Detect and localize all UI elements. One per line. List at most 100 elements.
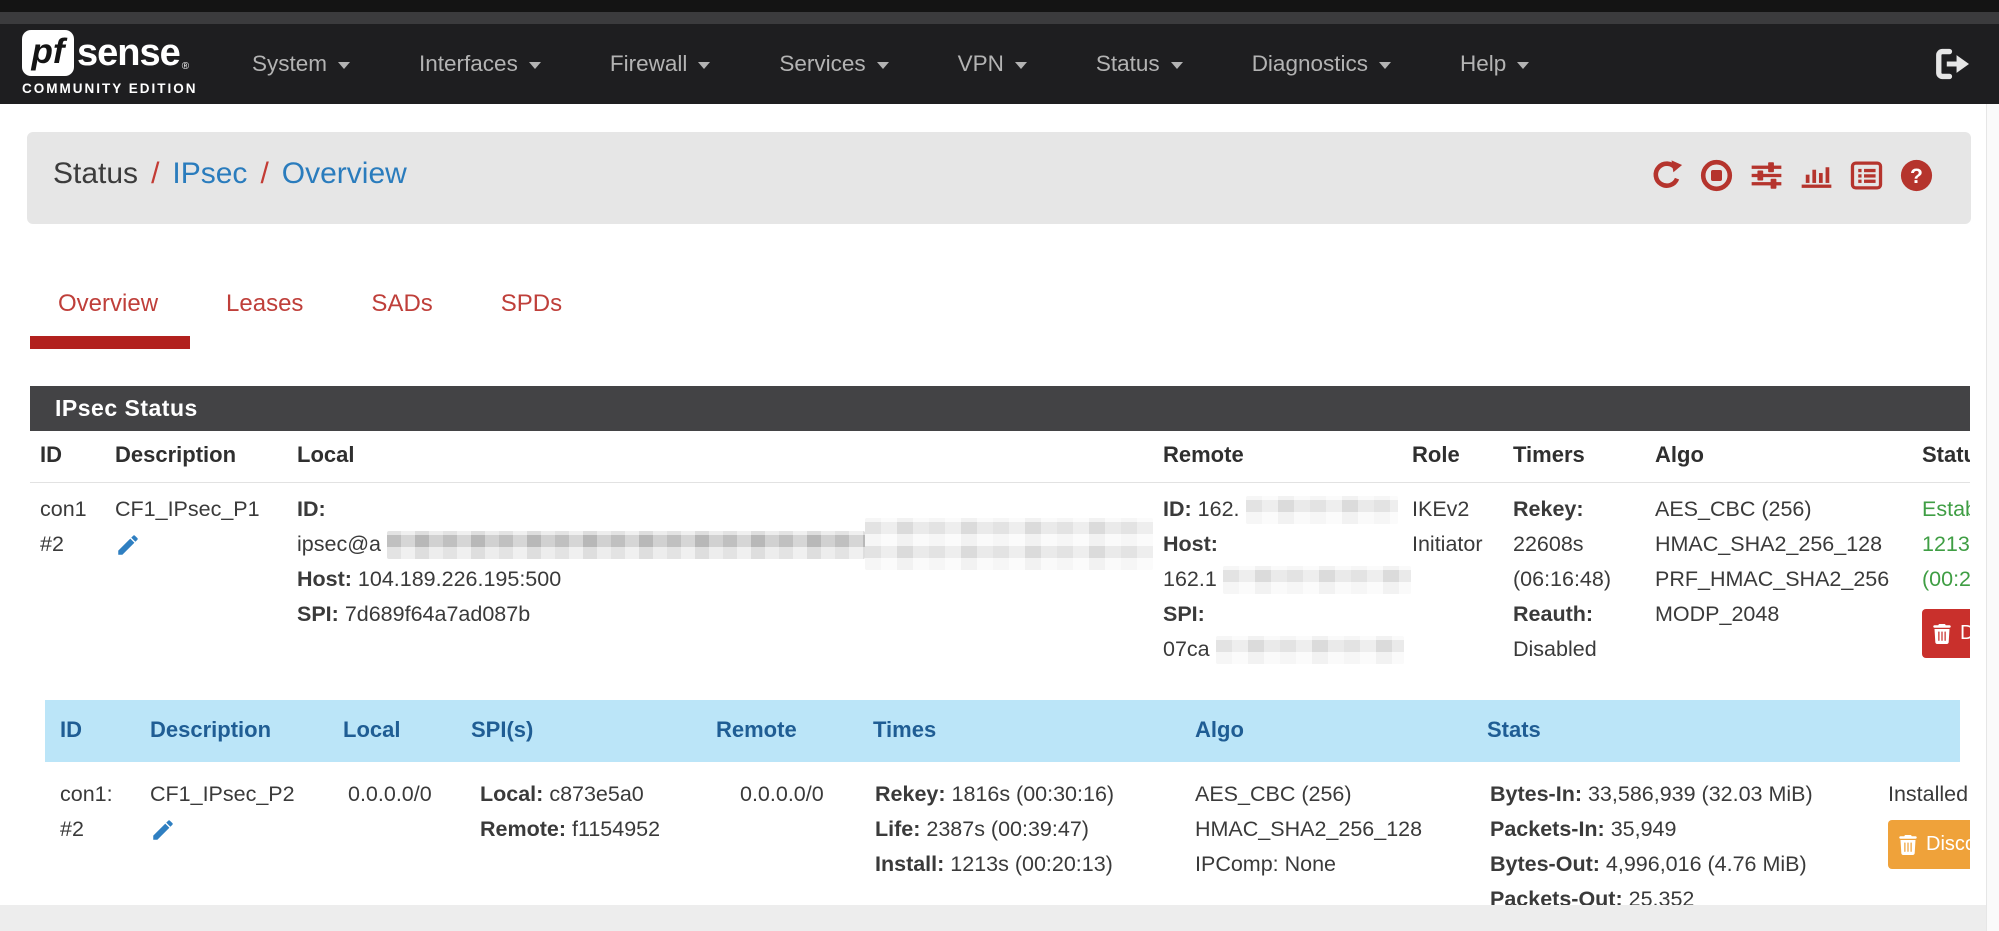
nav-item-help[interactable]: Help — [1460, 51, 1529, 77]
nav-item-label: Firewall — [610, 51, 688, 77]
nav-item-vpn[interactable]: VPN — [958, 51, 1027, 77]
logout-icon[interactable] — [1935, 48, 1971, 85]
filter-settings-icon[interactable] — [1750, 159, 1783, 192]
chart-icon[interactable] — [1800, 159, 1833, 192]
child-col-spis: SPI(s) — [471, 717, 533, 743]
chevron-down-icon — [877, 62, 889, 69]
col-header-timers: Timers — [1513, 442, 1585, 468]
log-list-icon[interactable] — [1850, 159, 1883, 192]
nav-item-label: VPN — [958, 51, 1004, 77]
nav-item-firewall[interactable]: Firewall — [610, 51, 711, 77]
nav-item-services[interactable]: Services — [779, 51, 888, 77]
spi-remote-label: Remote: — [480, 817, 566, 841]
col-header-remote: Remote — [1163, 442, 1244, 468]
child-sa-number: #2 — [60, 812, 113, 847]
time-rekey-label: Rekey: — [875, 782, 946, 806]
child-algo-integrity: HMAC_SHA2_256_128 — [1195, 812, 1422, 847]
nav-item-label: Status — [1096, 51, 1160, 77]
local-host-value: 104.189.226.195:500 — [358, 567, 561, 591]
breadcrumb-link-overview[interactable]: Overview — [282, 157, 407, 191]
child-cell-description: CF1_IPsec_P2 — [150, 777, 295, 854]
child-remote-network: 0.0.0.0/0 — [740, 777, 824, 812]
pf-logo-box: pf — [22, 30, 74, 76]
local-id-label: ID: — [297, 497, 326, 521]
packets-in-label: Packets-In: — [1490, 817, 1605, 841]
browser-scrollbar[interactable] — [1986, 104, 1999, 931]
tab-sads[interactable]: SADs — [337, 290, 466, 318]
subnav-tabs: Overview Leases SADs SPDs — [30, 290, 596, 318]
algo-prf: PRF_HMAC_SHA2_256 — [1655, 562, 1889, 597]
cell-status: Establ 1213 s (00:20 Dis — [1922, 492, 1970, 658]
remote-id-label: ID: — [1163, 497, 1192, 521]
col-header-status: Status — [1922, 442, 1970, 468]
spi-remote-value: f1154952 — [572, 817, 660, 841]
child-col-stats: Stats — [1487, 717, 1541, 743]
cell-local: ID: ipsec@a Host: 104.189.226.195:500 SP… — [297, 492, 865, 632]
pfsense-logo[interactable]: pf sense ® COMMUNITY EDITION — [22, 30, 198, 96]
packets-in-value: 35,949 — [1611, 817, 1677, 841]
cell-description: CF1_IPsec_P1 — [115, 492, 260, 569]
nav-item-interfaces[interactable]: Interfaces — [419, 51, 541, 77]
reauth-label: Reauth: — [1513, 602, 1593, 626]
nav-item-label: Diagnostics — [1252, 51, 1368, 77]
time-install-label: Install: — [875, 852, 944, 876]
tab-spds[interactable]: SPDs — [467, 290, 596, 318]
rekey-seconds: 22608s — [1513, 527, 1611, 562]
cell-id: con1 #2 — [40, 492, 87, 562]
child-col-description: Description — [150, 717, 271, 743]
cell-remote: ID: 162. Host: 162.1 SPI: 07ca — [1163, 492, 1411, 667]
ike-version: IKEv2 — [1412, 492, 1483, 527]
child-col-local: Local — [343, 717, 400, 743]
tab-leases[interactable]: Leases — [192, 290, 337, 318]
breadcrumb-panel: Status / IPsec / Overview — [27, 132, 1971, 224]
trash-icon — [1899, 835, 1917, 855]
redacted-remote-id — [1246, 496, 1398, 524]
child-col-algo: Algo — [1195, 717, 1244, 743]
nav-item-status[interactable]: Status — [1096, 51, 1183, 77]
local-spi-label: SPI: — [297, 602, 339, 626]
cell-algo: AES_CBC (256) HMAC_SHA2_256_128 PRF_HMAC… — [1655, 492, 1889, 632]
page-action-icons: ? — [1650, 159, 1933, 192]
edit-p1-icon[interactable] — [115, 532, 141, 558]
child-col-id: ID — [60, 717, 82, 743]
disconnect-p2-button[interactable]: Disco — [1888, 820, 1970, 869]
nav-item-system[interactable]: System — [252, 51, 350, 77]
disconnect-label: Dis — [1960, 616, 1970, 651]
algo-integrity: HMAC_SHA2_256_128 — [1655, 527, 1889, 562]
help-icon[interactable]: ? — [1900, 159, 1933, 192]
child-cell-algo: AES_CBC (256) HMAC_SHA2_256_128 IPComp: … — [1195, 777, 1422, 882]
nav-item-diagnostics[interactable]: Diagnostics — [1252, 51, 1391, 77]
col-header-role: Role — [1412, 442, 1460, 468]
chevron-down-icon — [698, 62, 710, 69]
child-cell-status: Installed Disco — [1888, 777, 1970, 869]
breadcrumb-link-ipsec[interactable]: IPsec — [172, 157, 247, 191]
remote-spi-value: 07ca — [1163, 637, 1210, 661]
time-life-label: Life: — [875, 817, 920, 841]
community-edition-label: COMMUNITY EDITION — [22, 81, 198, 96]
chevron-down-icon — [1171, 62, 1183, 69]
nav-item-label: Interfaces — [419, 51, 518, 77]
reauth-value: Disabled — [1513, 632, 1611, 667]
disconnect-p1-button[interactable]: Dis — [1922, 609, 1970, 658]
stop-icon[interactable] — [1700, 159, 1733, 192]
window-top-strip — [0, 0, 1999, 12]
child-algo-encryption: AES_CBC (256) — [1195, 777, 1422, 812]
algo-dh-group: MODP_2048 — [1655, 597, 1889, 632]
cell-role: IKEv2 Initiator — [1412, 492, 1483, 562]
redacted-remote-spi — [1216, 636, 1404, 664]
edit-p2-icon[interactable] — [150, 817, 176, 843]
child-cell-stats: Bytes-In: 33,586,939 (32.03 MiB) Packets… — [1490, 777, 1813, 905]
child-algo-ipcomp: IPComp: None — [1195, 847, 1422, 882]
window-mid-strip — [0, 12, 1999, 24]
algo-encryption: AES_CBC (256) — [1655, 492, 1889, 527]
chevron-down-icon — [1517, 62, 1529, 69]
child-connection-id: con1: — [60, 777, 113, 812]
child-col-remote: Remote — [716, 717, 797, 743]
remote-spi-label: SPI: — [1163, 602, 1205, 626]
rekey-label: Rekey: — [1513, 497, 1584, 521]
refresh-icon[interactable] — [1650, 159, 1683, 192]
connection-id: con1 — [40, 492, 87, 527]
tab-overview[interactable]: Overview — [30, 290, 192, 318]
role-value: Initiator — [1412, 527, 1483, 562]
breadcrumb: Status / IPsec / Overview — [53, 157, 407, 191]
